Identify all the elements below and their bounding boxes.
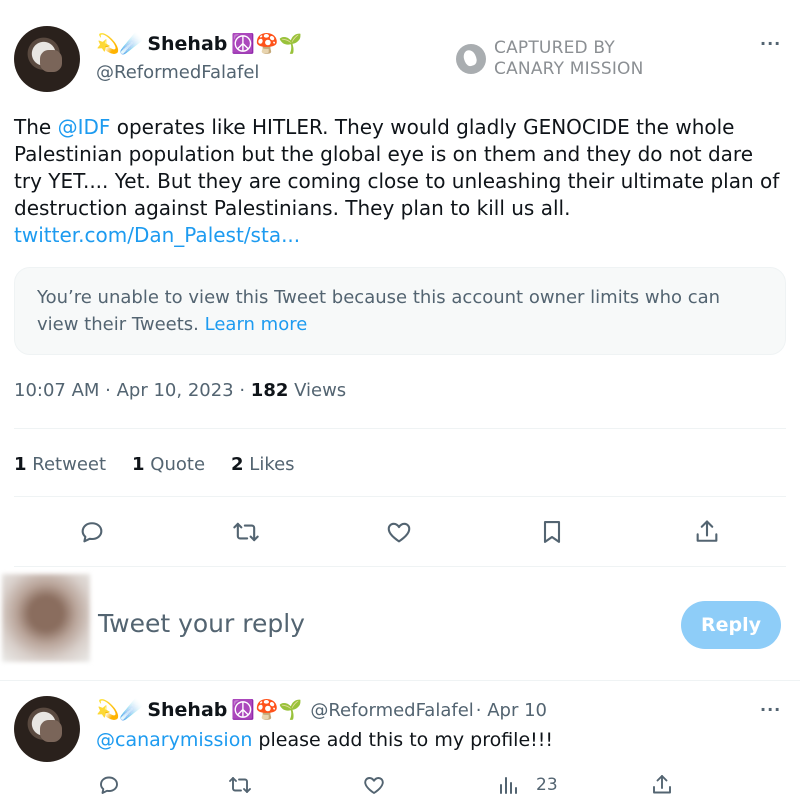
divider [14, 566, 786, 567]
quotes-stat[interactable]: 1 Quote [132, 454, 205, 475]
reply-handle[interactable]: @ReformedFalafel [310, 700, 473, 721]
watermark-line2: CANARY MISSION [494, 59, 644, 79]
current-user-avatar[interactable] [2, 574, 90, 662]
divider [0, 680, 800, 681]
reply-body: please add this to my profile!!! [252, 729, 553, 751]
views-label: Views [288, 380, 347, 401]
reply-icon[interactable] [97, 773, 121, 797]
canary-logo-icon [456, 44, 486, 74]
like-icon[interactable] [362, 773, 386, 797]
author-handle[interactable]: @ReformedFalafel [96, 62, 259, 83]
reply-text: @canarymission please add this to my pro… [96, 729, 553, 751]
reply-author-avatar[interactable] [14, 696, 80, 762]
divider [14, 496, 786, 497]
watermark-line1: CAPTURED BY [494, 38, 615, 58]
reply-name-emoji-prefix: 💫☄️ [96, 698, 144, 721]
retweets-stat[interactable]: 1 Retweet [14, 454, 106, 475]
reply-button[interactable]: Reply [681, 601, 781, 649]
share-icon[interactable] [650, 773, 674, 797]
restricted-tweet-notice: You’re unable to view this Tweet because… [14, 267, 786, 355]
quotes-count: 1 [132, 454, 145, 475]
likes-label: Likes [249, 454, 295, 475]
notice-text: You’re unable to view this Tweet because… [37, 287, 721, 335]
likes-count: 2 [231, 454, 244, 475]
learn-more-link[interactable]: Learn more [205, 314, 308, 335]
name-emoji-prefix: 💫☄️ [96, 32, 144, 55]
like-icon[interactable] [385, 518, 413, 546]
share-icon[interactable] [693, 518, 721, 546]
tweet-url-link[interactable]: twitter.com/Dan_Palest/sta... [14, 223, 300, 247]
tweet-meta: 10:07 AM · Apr 10, 2023 · 182 Views [14, 380, 346, 401]
tweet-text-start: The [14, 115, 58, 139]
author-avatar[interactable] [14, 26, 80, 92]
reply-author-row[interactable]: 💫☄️ Shehab ☮️🍄🌱 @ReformedFalafel · Apr 1… [96, 699, 547, 721]
reply-more-icon[interactable]: ··· [760, 700, 781, 719]
reply-display-name[interactable]: Shehab [147, 699, 227, 721]
views-icon[interactable] [496, 773, 520, 797]
retweets-count: 1 [14, 454, 27, 475]
reply-date[interactable]: · Apr 10 [476, 700, 547, 721]
reply-views-count: 23 [536, 775, 558, 795]
reply-name-emoji-suffix: ☮️🍄🌱 [231, 698, 303, 721]
retweet-icon[interactable] [232, 518, 260, 546]
quotes-label: Quote [150, 454, 206, 475]
reply-input[interactable]: Tweet your reply [98, 609, 305, 638]
author-display-name[interactable]: Shehab [147, 33, 227, 55]
tweet-timestamp[interactable]: 10:07 AM · Apr 10, 2023 · [14, 380, 251, 401]
author-name-row[interactable]: 💫☄️ Shehab ☮️🍄🌱 [96, 33, 302, 55]
retweet-icon[interactable] [228, 773, 252, 797]
retweets-label: Retweet [32, 454, 107, 475]
tweet-stats: 1 Retweet 1 Quote 2 Likes [14, 454, 295, 475]
reply-icon[interactable] [78, 518, 106, 546]
more-icon[interactable]: ··· [760, 34, 781, 53]
name-emoji-suffix: ☮️🍄🌱 [231, 32, 303, 55]
tweet-text: The @IDF operates like HITLER. They woul… [14, 114, 786, 249]
likes-stat[interactable]: 2 Likes [231, 454, 295, 475]
reply-mention-link[interactable]: @canarymission [96, 729, 252, 751]
tweet-text-body: operates like HITLER. They would gladly … [14, 115, 780, 220]
mention-link[interactable]: @IDF [58, 115, 111, 139]
canary-watermark: CAPTURED BY CANARY MISSION [456, 38, 644, 80]
divider [14, 428, 786, 429]
bookmark-icon[interactable] [538, 518, 566, 546]
views-count: 182 [250, 380, 289, 401]
